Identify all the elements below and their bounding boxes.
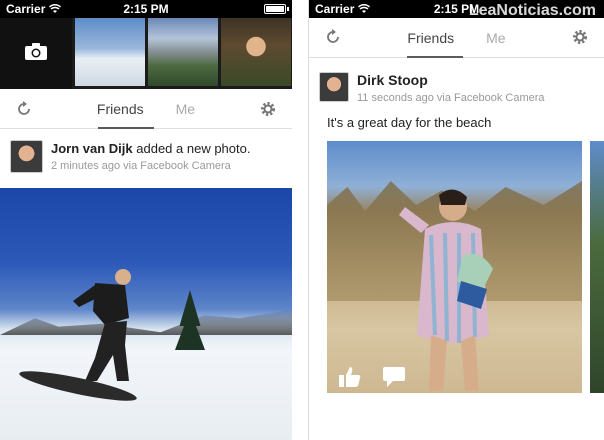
battery-icon [264, 4, 289, 14]
comment-icon[interactable] [383, 367, 405, 387]
post-title: Jorn van Dijk added a new photo. [51, 140, 250, 157]
photo-thumbnail[interactable] [148, 18, 218, 86]
post-author[interactable]: Jorn van Dijk [51, 141, 133, 156]
camera-roll-strip [0, 18, 292, 89]
refresh-icon[interactable] [16, 101, 32, 117]
status-bar: Carrier 2:15 PM LeaNoticias.com [309, 0, 604, 19]
carrier-group: Carrier [315, 2, 371, 16]
post-header: Dirk Stoop 11 seconds ago via Facebook C… [309, 72, 604, 104]
snowboarder-figure [73, 269, 131, 381]
avatar[interactable] [10, 140, 43, 173]
tab-friends[interactable]: Friends [97, 101, 144, 117]
feed-tab-bar: Friends Me [0, 90, 292, 129]
mountain-ridge [0, 309, 292, 335]
camera-button[interactable] [0, 18, 72, 89]
thumbs-up-icon[interactable] [339, 367, 361, 387]
carrier-group: Carrier [6, 2, 62, 16]
photo-thumbnail[interactable] [221, 18, 291, 86]
camera-icon [25, 42, 47, 65]
feed-tab-bar: Friends Me [309, 18, 604, 58]
right-phone-screen: Carrier 2:15 PM LeaNoticias.com Friends … [308, 0, 604, 440]
carrier-label: Carrier [315, 2, 355, 16]
post-timestamp: 11 seconds ago via Facebook Camera [357, 92, 545, 104]
carrier-label: Carrier [6, 2, 46, 16]
post-action: added a new photo. [136, 141, 251, 156]
gear-icon[interactable] [572, 29, 588, 45]
photo-thumbnail[interactable] [75, 18, 145, 86]
woman-figure [399, 189, 493, 391]
active-tab-indicator [407, 56, 463, 58]
refresh-icon[interactable] [325, 29, 341, 45]
post-timestamp: 2 minutes ago via Facebook Camera [51, 160, 231, 172]
post-photo[interactable] [327, 141, 582, 393]
left-phone-screen: Carrier 2:15 PM Friends Me Jorn van Dijk… [0, 0, 292, 440]
wifi-icon [358, 4, 371, 14]
tab-me[interactable]: Me [486, 30, 505, 46]
post-header: Jorn van Dijk added a new photo. 2 minut… [0, 140, 292, 173]
post-caption: It's a great day for the beach [327, 115, 492, 130]
gear-icon[interactable] [260, 101, 276, 117]
photo-action-bar [339, 367, 405, 387]
avatar[interactable] [319, 72, 349, 102]
tab-me[interactable]: Me [176, 101, 195, 117]
next-photo-peek[interactable] [590, 141, 604, 393]
tab-friends[interactable]: Friends [407, 30, 454, 46]
active-tab-indicator [98, 127, 154, 129]
wifi-icon [49, 4, 62, 14]
status-bar: Carrier 2:15 PM [0, 0, 292, 18]
post-author[interactable]: Dirk Stoop [357, 72, 428, 88]
post-title: Dirk Stoop [357, 72, 545, 89]
post-photo[interactable] [0, 188, 292, 440]
